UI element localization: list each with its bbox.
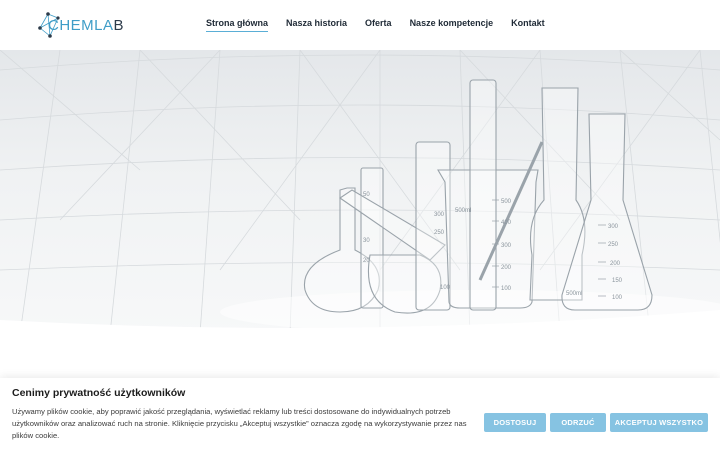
svg-text:100: 100 xyxy=(501,286,512,292)
site-header: CHEMLAB Strona główna Nasza historia Ofe… xyxy=(0,0,720,52)
svg-text:100: 100 xyxy=(612,295,623,301)
svg-text:300: 300 xyxy=(501,243,512,249)
svg-text:200: 200 xyxy=(501,265,512,271)
svg-text:500ml: 500ml xyxy=(455,208,471,214)
nav-item-competences[interactable]: Nasze kompetencje xyxy=(410,18,494,32)
nav-item-contact[interactable]: Kontakt xyxy=(511,18,545,32)
cookie-banner-text: Używamy plików cookie, aby poprawić jako… xyxy=(12,407,467,441)
laboratory-glassware-image: 500 400 300 200 100 300 250 100 300 250 … xyxy=(0,50,720,334)
svg-text:500: 500 xyxy=(501,199,512,205)
svg-text:150: 150 xyxy=(612,278,623,284)
svg-text:20: 20 xyxy=(363,258,370,264)
nav-item-offer[interactable]: Oferta xyxy=(365,18,392,32)
svg-text:400: 400 xyxy=(501,220,512,226)
svg-text:30: 30 xyxy=(363,238,370,244)
main-nav: Strona główna Nasza historia Oferta Nasz… xyxy=(206,18,545,32)
chemlab-logo[interactable]: CHEMLAB xyxy=(36,8,124,42)
svg-text:200: 200 xyxy=(610,261,621,267)
nav-item-home[interactable]: Strona główna xyxy=(206,18,269,32)
svg-text:250: 250 xyxy=(608,242,619,248)
cookie-banner-title: Cenimy prywatność użytkowników xyxy=(12,387,186,399)
accept-all-button[interactable]: AKCEPTUJ WSZYSTKO xyxy=(610,413,708,432)
svg-text:500ml: 500ml xyxy=(566,291,582,297)
svg-text:300: 300 xyxy=(608,224,619,230)
customize-button[interactable]: DOSTOSUJ xyxy=(484,413,546,432)
svg-text:250: 250 xyxy=(434,230,445,236)
cookie-banner: Cenimy prywatność użytkowników Używamy p… xyxy=(0,378,720,450)
svg-text:100: 100 xyxy=(440,285,451,291)
hero-banner: 500 400 300 200 100 300 250 100 300 250 … xyxy=(0,50,720,334)
reject-button[interactable]: ODRZUĆ xyxy=(550,413,606,432)
svg-text:300: 300 xyxy=(434,212,445,218)
svg-text:50: 50 xyxy=(363,192,370,198)
nav-item-history[interactable]: Nasza historia xyxy=(286,18,347,32)
logo-wordmark: CHEMLAB xyxy=(48,17,125,34)
